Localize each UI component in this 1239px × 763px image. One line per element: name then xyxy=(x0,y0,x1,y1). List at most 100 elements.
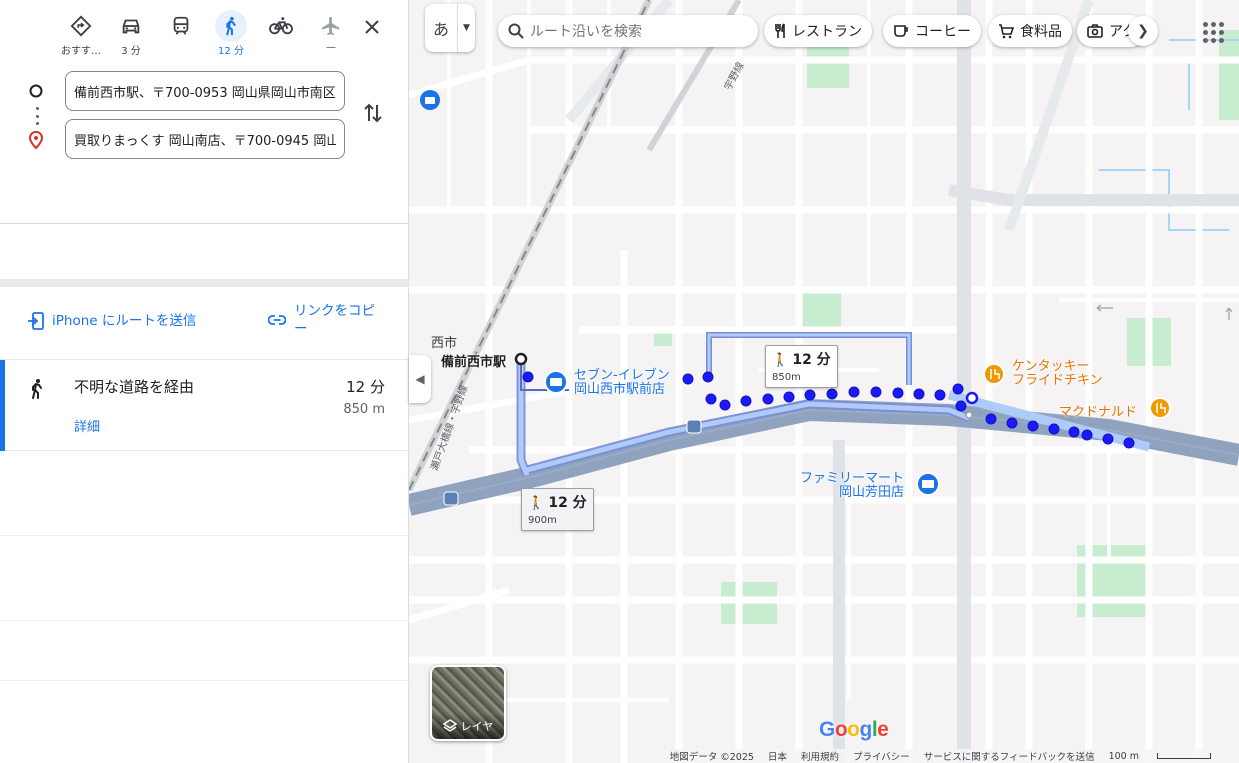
mode-recommended-label: おすす… xyxy=(61,46,101,57)
google-logo-o2: o xyxy=(847,718,860,741)
route-inputs xyxy=(22,71,382,167)
scale-bar xyxy=(1157,753,1211,759)
chip-groceries[interactable]: 食料品 xyxy=(988,15,1072,47)
panel-divider xyxy=(0,535,409,536)
poi-seven-eleven[interactable]: セブン-イレブン 岡山西市駅前店 xyxy=(574,369,670,397)
route-title: 不明な道路を経由 xyxy=(74,378,195,396)
directions-panel: おすす… 3 分 12 分 — 備前西市駅、〒700-0953 岡山県岡山市南区… xyxy=(0,0,409,763)
poi-familymart-name: ファミリーマート xyxy=(800,471,905,486)
mode-flight[interactable]: — xyxy=(306,10,356,60)
station-label[interactable]: 備前西市駅 xyxy=(441,351,506,370)
layers-label: レイヤ xyxy=(460,720,494,733)
chip-restaurant-label: レストラン xyxy=(792,24,862,40)
layers-label-row: レイヤ xyxy=(432,713,504,739)
chips-next-button[interactable]: ❯ xyxy=(1128,16,1158,46)
language-toggle-label: あ xyxy=(432,20,449,39)
cart-icon xyxy=(999,24,1014,39)
camera-icon xyxy=(1087,24,1103,38)
route-details-link[interactable]: 詳細 xyxy=(74,416,100,435)
map-canvas[interactable]: 宇野線 瀬戸大橋線・宇野線 西市 備前西市駅 セブン-イレブン 岡山西市駅前店 ケ… xyxy=(409,0,1239,763)
walk-icon: 🚶 xyxy=(528,496,545,511)
layers-button[interactable]: レイヤ xyxy=(430,665,506,741)
close-directions-button[interactable] xyxy=(358,13,386,41)
callout-main-distance: 850m xyxy=(772,372,801,383)
travel-mode-bar: おすす… 3 分 12 分 — xyxy=(56,10,388,60)
google-logo-e: e xyxy=(877,718,889,741)
car-icon xyxy=(122,19,140,34)
google-apps-button[interactable] xyxy=(1199,18,1227,46)
chip-coffee-label: コーヒー xyxy=(915,24,971,40)
google-logo: Google xyxy=(819,718,889,742)
mode-flight-label: — xyxy=(326,42,336,53)
route-distance: 850 m xyxy=(343,402,385,417)
collapse-panel-button[interactable]: ◀ xyxy=(409,355,431,403)
terms-link[interactable]: 利用規約 xyxy=(801,749,839,763)
mode-transit[interactable] xyxy=(156,10,206,60)
close-icon xyxy=(365,20,379,34)
google-logo-g: G xyxy=(819,718,835,741)
bicycle-icon xyxy=(269,17,293,35)
chip-coffee[interactable]: コーヒー xyxy=(883,15,981,47)
area-label-nishiichi: 西市 xyxy=(431,336,458,351)
section-separator xyxy=(0,279,409,287)
send-to-phone-label: iPhone にルートを送信 xyxy=(52,313,197,329)
mode-walk-label: 12 分 xyxy=(218,46,244,57)
destination-pin-icon xyxy=(28,131,44,149)
mode-car-label: 3 分 xyxy=(121,46,141,57)
poi-kfc[interactable]: ケンタッキー フライドチキン xyxy=(1012,360,1103,388)
poi-familymart[interactable]: ファミリーマート 岡山芳田店 xyxy=(799,472,904,500)
poi-familymart-branch: 岡山芳田店 xyxy=(839,485,905,500)
swap-vertical-icon xyxy=(364,103,382,123)
privacy-link[interactable]: プライバシー xyxy=(853,749,910,763)
poi-seven-eleven-name: セブン-イレブン xyxy=(574,368,670,383)
selected-route-bar xyxy=(0,360,5,451)
destination-input[interactable] xyxy=(65,119,345,159)
poi-kfc-suffix: フライドチキン xyxy=(1012,373,1103,388)
chevron-left-icon: ◀ xyxy=(415,372,425,386)
train-icon xyxy=(173,16,189,35)
panel-divider xyxy=(0,620,409,621)
maps-app: おすす… 3 分 12 分 — 備前西市駅、〒700-0953 岡山県岡山市南区… xyxy=(0,0,1239,763)
mode-recommended[interactable]: おすす… xyxy=(56,10,106,60)
chip-groceries-label: 食料品 xyxy=(1020,24,1062,40)
map-scale[interactable]: 100 m xyxy=(1109,751,1225,762)
chip-restaurant[interactable]: レストラン xyxy=(764,15,872,47)
route-callout-alt[interactable]: 🚶 12 分 900m xyxy=(521,488,594,531)
copy-link-button[interactable]: リンクをコピー xyxy=(268,302,375,338)
route-actions: iPhone にルートを送信 リンクをコピー xyxy=(28,300,388,346)
panel-divider xyxy=(0,680,409,681)
callout-main-time: 12 分 xyxy=(792,352,831,368)
callout-alt-distance: 900m xyxy=(528,515,557,526)
send-to-phone-button[interactable]: iPhone にルートを送信 xyxy=(28,312,196,330)
destination-row xyxy=(22,119,382,159)
country-link[interactable]: 日本 xyxy=(768,749,787,763)
chevron-right-icon: ❯ xyxy=(1137,23,1149,39)
swap-locations-button[interactable] xyxy=(362,101,386,125)
search-along-route-input[interactable]: ルート沿いを検索 xyxy=(498,15,758,47)
map-footer: 地図データ ©2025 日本 利用規約 プライバシー サービスに関するフィードバ… xyxy=(661,749,1239,763)
coffee-icon xyxy=(894,25,908,37)
route-option-card[interactable]: 不明な道路を経由 詳細 12 分 850 m xyxy=(0,359,409,451)
search-placeholder: ルート沿いを検索 xyxy=(530,24,642,40)
route-callout-main[interactable]: 🚶 12 分 850m xyxy=(765,345,838,388)
callout-alt-time: 12 分 xyxy=(548,495,587,511)
mode-car[interactable]: 3 分 xyxy=(106,10,156,60)
scale-label: 100 m xyxy=(1108,750,1139,762)
airplane-icon xyxy=(321,16,340,36)
origin-row xyxy=(22,71,382,111)
mode-bicycle[interactable] xyxy=(256,10,306,60)
input-tools-button[interactable]: あ ▼ xyxy=(425,4,475,52)
poi-mcdonalds[interactable]: マクドナルド xyxy=(1059,401,1137,420)
feedback-link[interactable]: サービスに関するフィードバックを送信 xyxy=(924,749,1095,763)
search-icon xyxy=(508,23,524,39)
apps-grid-icon xyxy=(1202,21,1208,27)
restaurant-icon xyxy=(775,23,785,38)
origin-input[interactable] xyxy=(65,71,345,111)
walk-icon xyxy=(226,16,236,36)
mode-walk[interactable]: 12 分 xyxy=(206,10,256,60)
directions-diamond-icon xyxy=(70,15,92,37)
google-logo-o1: o xyxy=(834,718,848,741)
copy-link-label-line1: リンクをコピ xyxy=(294,303,375,319)
walk-icon xyxy=(32,379,42,399)
chevron-down-icon: ▼ xyxy=(457,4,475,52)
